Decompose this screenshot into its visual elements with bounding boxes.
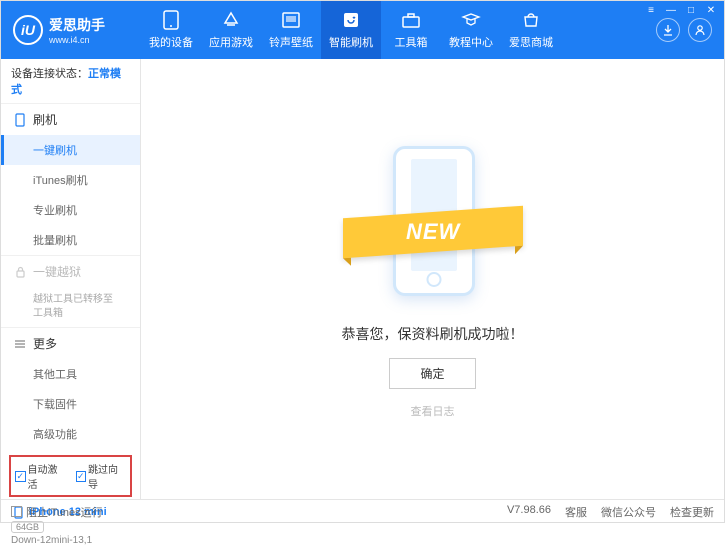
menu-btn[interactable]: ≡	[642, 3, 660, 17]
version-label: V7.98.66	[507, 504, 551, 520]
download-button[interactable]	[656, 18, 680, 42]
service-link[interactable]: 客服	[565, 504, 587, 520]
jailbreak-note: 越狱工具已转移至 工具箱	[1, 287, 140, 327]
options-box: ✓自动激活 ✓跳过向导	[9, 455, 132, 497]
phone-icon	[161, 10, 181, 30]
more-icon	[13, 337, 27, 351]
sidebar: 设备连接状态：正常模式 刷机 一键刷机 iTunes刷机 专业刷机 批量刷机 一…	[1, 59, 141, 499]
lock-icon	[13, 265, 27, 279]
apps-icon	[221, 10, 241, 30]
auto-activate-checkbox[interactable]: ✓自动激活	[15, 461, 66, 491]
update-link[interactable]: 检查更新	[670, 504, 714, 520]
nav-ringtone[interactable]: 铃声壁纸	[261, 1, 321, 59]
nav-toolbox[interactable]: 工具箱	[381, 1, 441, 59]
flash-icon	[341, 10, 361, 30]
wallpaper-icon	[281, 10, 301, 30]
nav-device[interactable]: 我的设备	[141, 1, 201, 59]
app-title: 爱思助手	[49, 15, 105, 35]
app-subtitle: www.i4.cn	[49, 35, 105, 45]
close-btn[interactable]: ✕	[702, 3, 720, 17]
minimize-btn[interactable]: —	[662, 3, 680, 17]
block-itunes-checkbox[interactable]: 阻止iTunes运行	[11, 504, 103, 520]
sidebar-other-tools[interactable]: 其他工具	[1, 359, 140, 389]
nav-flash[interactable]: 智能刷机	[321, 1, 381, 59]
skip-guide-checkbox[interactable]: ✓跳过向导	[76, 461, 127, 491]
sidebar-oneclick-flash[interactable]: 一键刷机	[1, 135, 140, 165]
success-message: 恭喜您，保资料刷机成功啦！	[342, 324, 524, 344]
logo-icon: iU	[13, 15, 43, 45]
app-logo: iU 爱思助手 www.i4.cn	[1, 15, 141, 45]
nav-store[interactable]: 爱思商城	[501, 1, 561, 59]
tutorial-icon	[461, 10, 481, 30]
main-nav: 我的设备 应用游戏 铃声壁纸 智能刷机 工具箱 教程中心 爱思商城	[141, 1, 656, 59]
ok-button[interactable]: 确定	[389, 358, 475, 389]
sidebar-batch-flash[interactable]: 批量刷机	[1, 225, 140, 255]
sidebar-flash[interactable]: 刷机	[1, 104, 140, 135]
sidebar-pro-flash[interactable]: 专业刷机	[1, 195, 140, 225]
sidebar-itunes-flash[interactable]: iTunes刷机	[1, 165, 140, 195]
view-log-link[interactable]: 查看日志	[411, 403, 455, 419]
content-area: NEW 恭喜您，保资料刷机成功啦！ 确定 查看日志	[141, 59, 724, 499]
store-icon	[521, 10, 541, 30]
account-button[interactable]	[688, 18, 712, 42]
nav-tutorial[interactable]: 教程中心	[441, 1, 501, 59]
wechat-link[interactable]: 微信公众号	[601, 504, 656, 520]
sidebar-jailbreak[interactable]: 一键越狱	[1, 256, 140, 287]
sidebar-download-fw[interactable]: 下载固件	[1, 389, 140, 419]
sidebar-advanced[interactable]: 高级功能	[1, 419, 140, 449]
nav-apps[interactable]: 应用游戏	[201, 1, 261, 59]
toolbox-icon	[401, 10, 421, 30]
phone-small-icon	[13, 113, 27, 127]
connection-status: 设备连接状态：正常模式	[1, 59, 140, 103]
success-illustration: NEW	[343, 140, 523, 310]
maximize-btn[interactable]: □	[682, 3, 700, 17]
sidebar-more[interactable]: 更多	[1, 328, 140, 359]
